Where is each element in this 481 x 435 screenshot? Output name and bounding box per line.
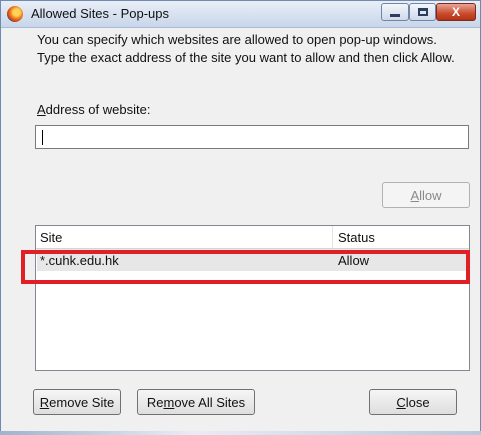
sites-list[interactable]: Site Status *.cuhk.edu.hk Allow: [35, 225, 470, 371]
address-input[interactable]: [35, 125, 469, 149]
close-button[interactable]: Close: [369, 389, 457, 415]
remove-site-button[interactable]: Remove Site: [33, 389, 121, 415]
allow-label-rest: llow: [419, 187, 442, 203]
close-icon: X: [451, 5, 460, 19]
minimize-button[interactable]: [381, 3, 409, 21]
list-header: Site Status: [36, 226, 469, 249]
remove-site-label-rest: emove Site: [49, 394, 115, 410]
column-header-site[interactable]: Site: [40, 230, 62, 245]
column-separator[interactable]: [332, 226, 333, 248]
firefox-icon: [7, 6, 23, 22]
window-bottom-edge: [0, 431, 481, 435]
maximize-button[interactable]: [409, 3, 436, 21]
close-window-button[interactable]: X: [436, 3, 476, 21]
address-label-mnemonic: A: [37, 102, 46, 117]
column-header-status[interactable]: Status: [338, 230, 375, 245]
address-label-rest: ddress of website:: [45, 102, 151, 117]
address-label: Address of website:: [37, 102, 150, 117]
allow-button[interactable]: Allow: [382, 182, 470, 208]
close-label-rest: lose: [405, 394, 430, 410]
remove-site-mnemonic: R: [39, 394, 50, 410]
maximize-icon: [417, 8, 428, 16]
title-bar[interactable]: Allowed Sites - Pop-ups X: [1, 1, 480, 28]
remove-all-label-rest: ove All Sites: [174, 394, 246, 410]
window-title: Allowed Sites - Pop-ups: [31, 6, 170, 21]
description-text: You can specify which websites are allow…: [37, 32, 455, 65]
remove-all-mnemonic: m: [163, 394, 175, 410]
close-mnemonic: C: [396, 394, 406, 410]
remove-all-label-prefix: Re: [146, 394, 164, 410]
text-caret: [42, 130, 43, 145]
highlight-annotation-box: [21, 250, 470, 284]
allow-mnemonic: A: [410, 187, 420, 203]
remove-all-sites-button[interactable]: Re m ove All Sites: [137, 389, 255, 415]
minimize-icon: [390, 13, 400, 17]
